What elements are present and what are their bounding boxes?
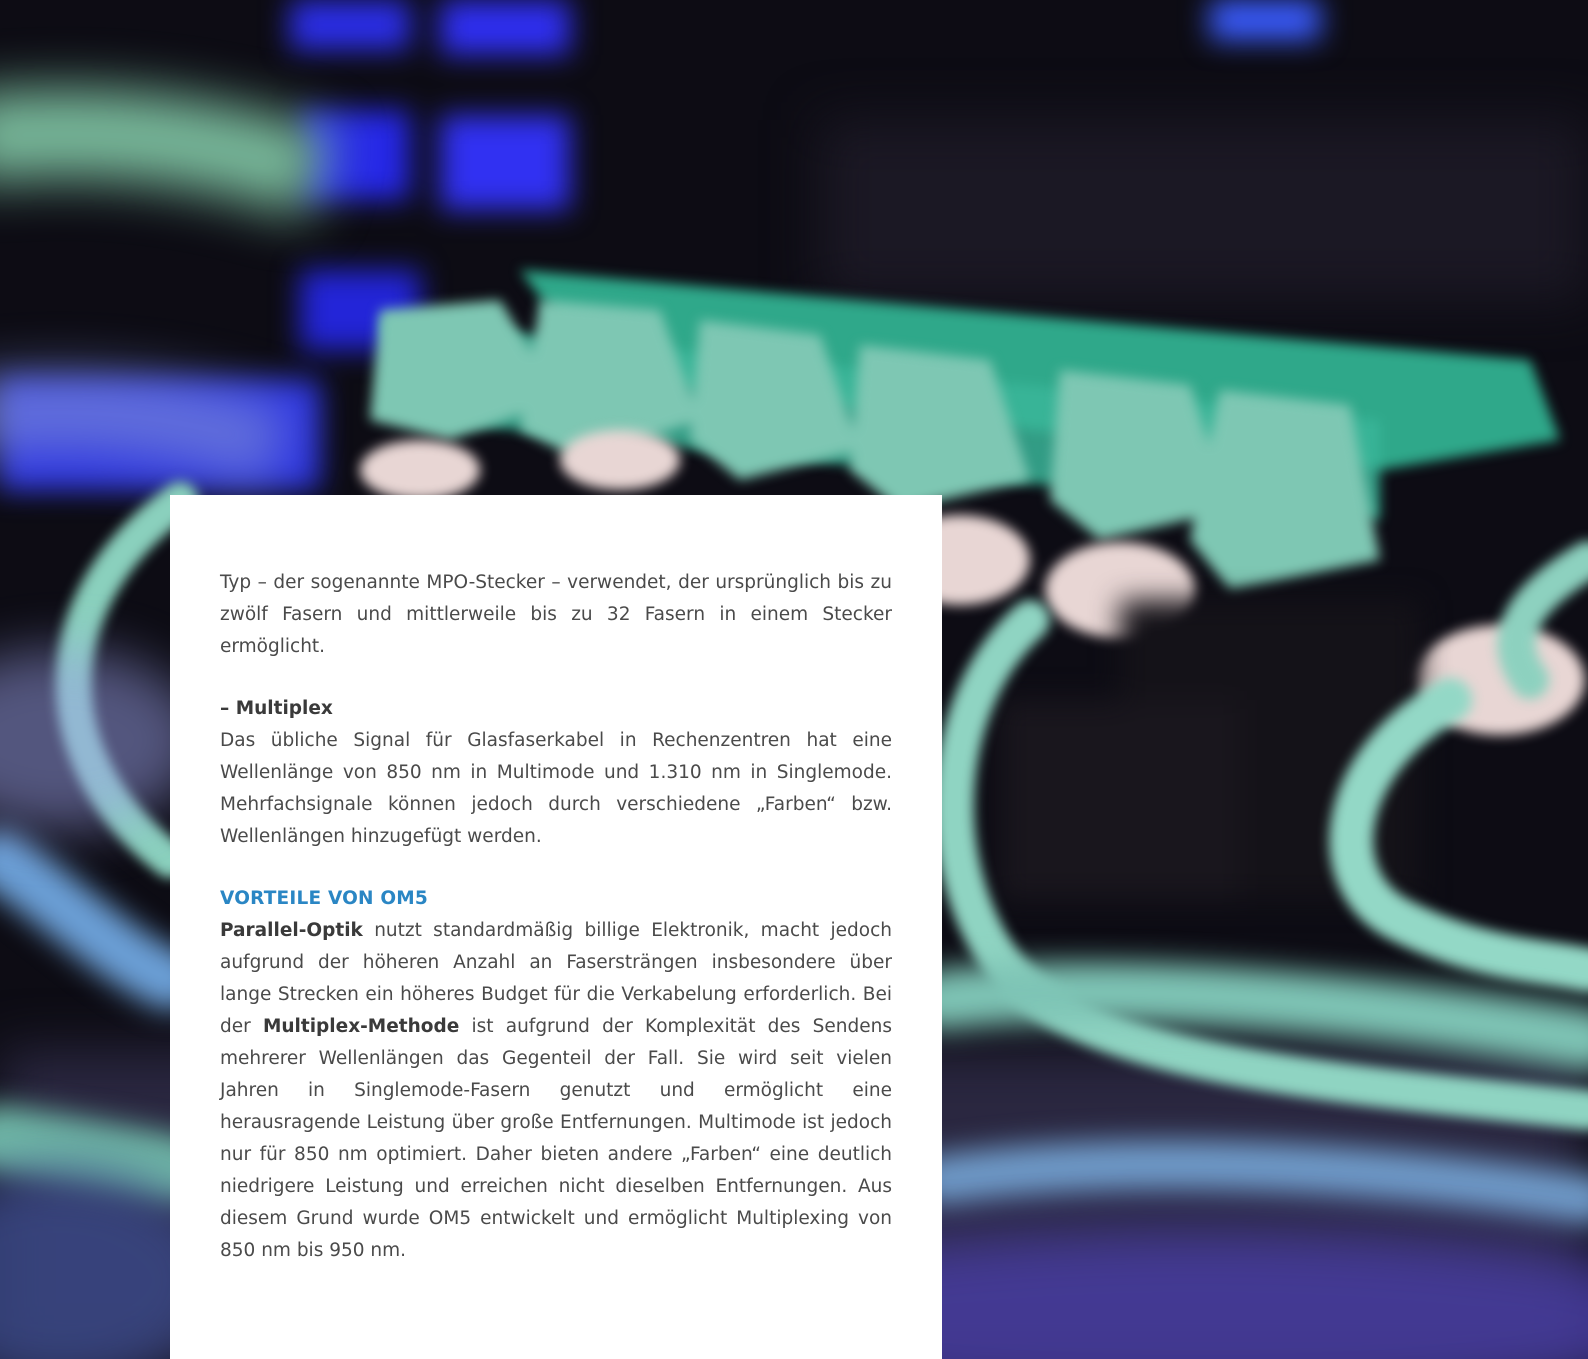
advantages-heading: VORTEILE VON OM5 bbox=[220, 888, 428, 909]
term-parallel-optik: Parallel-Optik bbox=[220, 920, 363, 941]
term-multiplex-methode: Multiplex-Methode bbox=[262, 1016, 460, 1037]
article-text-card: Typ – der sogenannte MPO-Stecker – verwe… bbox=[170, 495, 942, 1359]
advantages-text-part2: ist aufgrund der Komplexität des Sendens… bbox=[220, 1016, 892, 1261]
multiplex-subheading: – Multiplex bbox=[220, 698, 333, 719]
intro-paragraph: Typ – der sogenannte MPO-Stecker – verwe… bbox=[220, 572, 892, 657]
multiplex-paragraph: Das übliche Signal für Glasfaserkabel in… bbox=[220, 730, 892, 847]
advantages-paragraph: Parallel-Optik nutzt standardmäßig billi… bbox=[220, 915, 892, 1267]
